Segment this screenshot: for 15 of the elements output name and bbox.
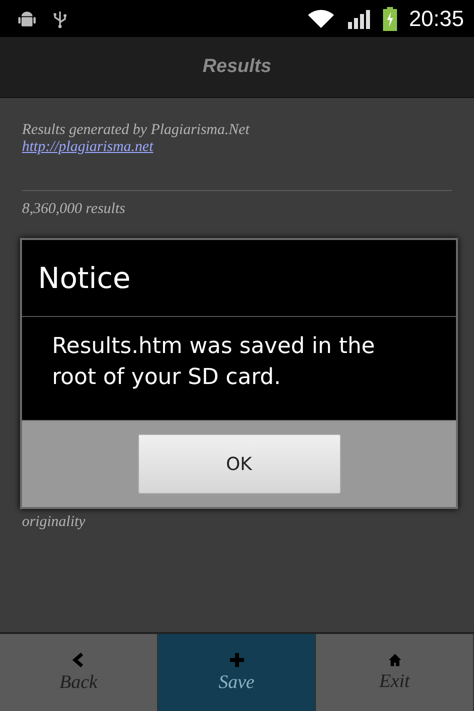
tab-button[interactable]: Save <box>158 634 316 711</box>
dialog-title: Notice <box>38 261 131 295</box>
home-icon <box>388 652 402 666</box>
website-link[interactable]: http://plagiarisma.net <box>22 139 154 156</box>
signal-icon <box>346 8 371 30</box>
ok-button[interactable]: OK <box>138 434 340 494</box>
plus-icon <box>228 652 244 668</box>
wifi-icon <box>306 8 335 30</box>
originality-text: originality <box>22 514 86 531</box>
clock-time: 20:35 <box>408 6 464 32</box>
result-count: 8,360,000 results <box>22 201 126 218</box>
screen-title: Results <box>202 56 272 78</box>
dialog-message: Results.htm was saved in the root of your SD card. <box>52 334 375 390</box>
credit-text: Results generated by Plagiarisma.Net <box>22 122 250 139</box>
battery-charging-icon <box>382 6 397 30</box>
